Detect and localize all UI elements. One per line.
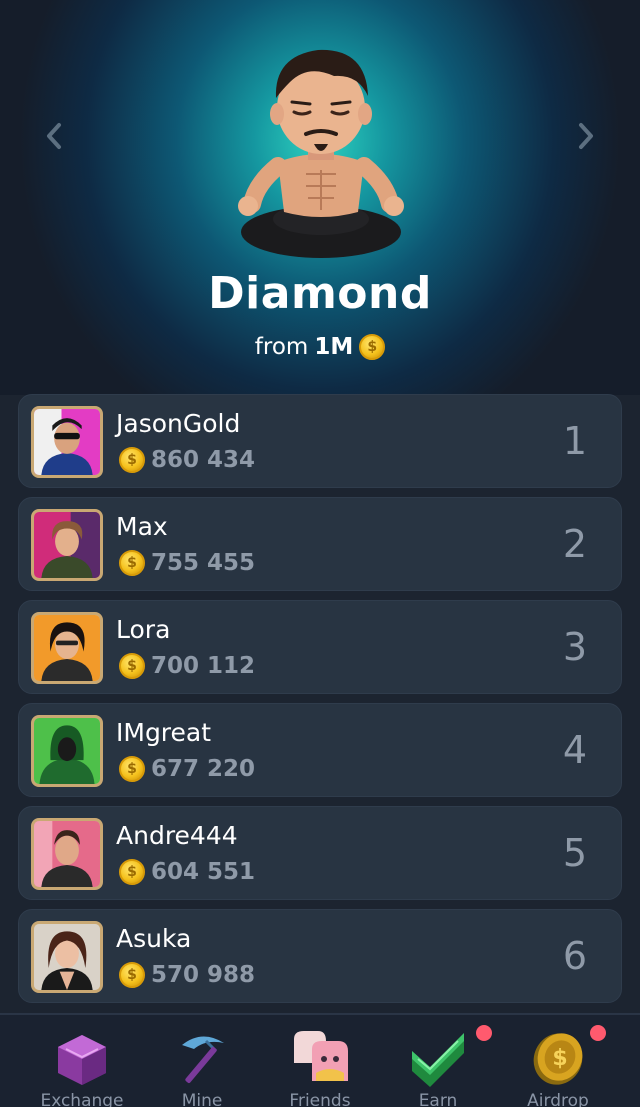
level-threshold: from 1M bbox=[0, 334, 640, 360]
avatar-image bbox=[34, 924, 100, 990]
player-score: 570 988 bbox=[119, 962, 255, 988]
nav-exchange[interactable]: Exchange bbox=[18, 1015, 146, 1107]
level-hero: Diamond from 1M bbox=[0, 0, 640, 395]
notification-badge bbox=[590, 1025, 606, 1041]
leaderboard-row[interactable]: JasonGold 860 434 1 bbox=[18, 394, 622, 488]
nav-label: Earn bbox=[418, 1091, 458, 1107]
airdrop-coin-icon: $ bbox=[533, 1033, 583, 1085]
player-score: 604 551 bbox=[119, 859, 255, 885]
threshold-prefix: from bbox=[254, 334, 309, 360]
player-avatar bbox=[31, 921, 103, 993]
score-value: 755 455 bbox=[151, 550, 256, 576]
nav-airdrop[interactable]: $ Airdrop bbox=[494, 1015, 622, 1107]
coin-icon bbox=[119, 447, 145, 473]
svg-text:$: $ bbox=[552, 1046, 567, 1071]
avatar-image bbox=[34, 718, 100, 784]
notification-badge bbox=[476, 1025, 492, 1041]
player-avatar bbox=[31, 612, 103, 684]
next-level-button[interactable] bbox=[568, 118, 604, 154]
player-name: JasonGold bbox=[116, 409, 241, 438]
player-name: Lora bbox=[116, 615, 171, 644]
score-value: 604 551 bbox=[151, 859, 256, 885]
friends-icon bbox=[294, 1031, 348, 1081]
previous-level-button[interactable] bbox=[36, 118, 72, 154]
coin-icon bbox=[119, 550, 145, 576]
player-avatar bbox=[31, 715, 103, 787]
player-rank: 3 bbox=[562, 625, 587, 669]
earn-icon bbox=[412, 1033, 464, 1087]
player-rank: 1 bbox=[562, 419, 587, 463]
level-title: Diamond bbox=[208, 268, 432, 319]
nav-label: Mine bbox=[181, 1091, 223, 1107]
nav-label: Airdrop bbox=[527, 1091, 589, 1107]
leaderboard-row[interactable]: IMgreat 677 220 4 bbox=[18, 703, 622, 797]
player-rank: 4 bbox=[562, 728, 587, 772]
leaderboard-row[interactable]: Asuka 570 988 6 bbox=[18, 909, 622, 1003]
player-rank: 5 bbox=[562, 831, 587, 875]
coin-icon bbox=[119, 756, 145, 782]
player-name: Max bbox=[116, 512, 168, 541]
avatar-image bbox=[34, 409, 100, 475]
player-score: 677 220 bbox=[119, 756, 255, 782]
threshold-amount: 1M bbox=[314, 334, 354, 360]
coin-icon bbox=[119, 859, 145, 885]
player-name: IMgreat bbox=[116, 718, 212, 747]
chevron-left-icon bbox=[47, 123, 61, 149]
bottom-nav-bar: Exchange Mine Friends Earn $ Airdrop bbox=[0, 1013, 640, 1107]
pickaxe-icon bbox=[182, 1036, 224, 1083]
nav-label: Friends bbox=[289, 1091, 351, 1107]
score-value: 570 988 bbox=[151, 962, 256, 988]
exchange-cube-icon bbox=[58, 1035, 106, 1085]
avatar-image bbox=[34, 615, 100, 681]
player-avatar bbox=[31, 818, 103, 890]
player-score: 860 434 bbox=[119, 447, 255, 473]
coin-icon bbox=[119, 962, 145, 988]
score-value: 860 434 bbox=[151, 447, 256, 473]
nav-mine[interactable]: Mine bbox=[138, 1015, 266, 1107]
nav-friends[interactable]: Friends bbox=[256, 1015, 384, 1107]
player-rank: 6 bbox=[562, 934, 587, 978]
nav-label: Exchange bbox=[40, 1091, 124, 1107]
leaderboard-row[interactable]: Lora 700 112 3 bbox=[18, 600, 622, 694]
player-rank: 2 bbox=[562, 522, 587, 566]
avatar-image bbox=[34, 512, 100, 578]
player-avatar bbox=[31, 406, 103, 478]
score-value: 677 220 bbox=[151, 756, 256, 782]
player-avatar bbox=[31, 509, 103, 581]
coin-icon bbox=[359, 334, 386, 360]
chevron-right-icon bbox=[579, 123, 593, 149]
player-score: 755 455 bbox=[119, 550, 255, 576]
leaderboard-row[interactable]: Andre444 604 551 5 bbox=[18, 806, 622, 900]
player-score: 700 112 bbox=[119, 653, 255, 679]
player-name: Andre444 bbox=[116, 821, 238, 850]
coin-icon bbox=[119, 653, 145, 679]
avatar-image bbox=[34, 821, 100, 887]
leaderboard-row[interactable]: Max 755 455 2 bbox=[18, 497, 622, 591]
nav-earn[interactable]: Earn bbox=[374, 1015, 502, 1107]
score-value: 700 112 bbox=[151, 653, 256, 679]
player-name: Asuka bbox=[116, 924, 192, 953]
meditating-mascot-image bbox=[238, 49, 404, 258]
